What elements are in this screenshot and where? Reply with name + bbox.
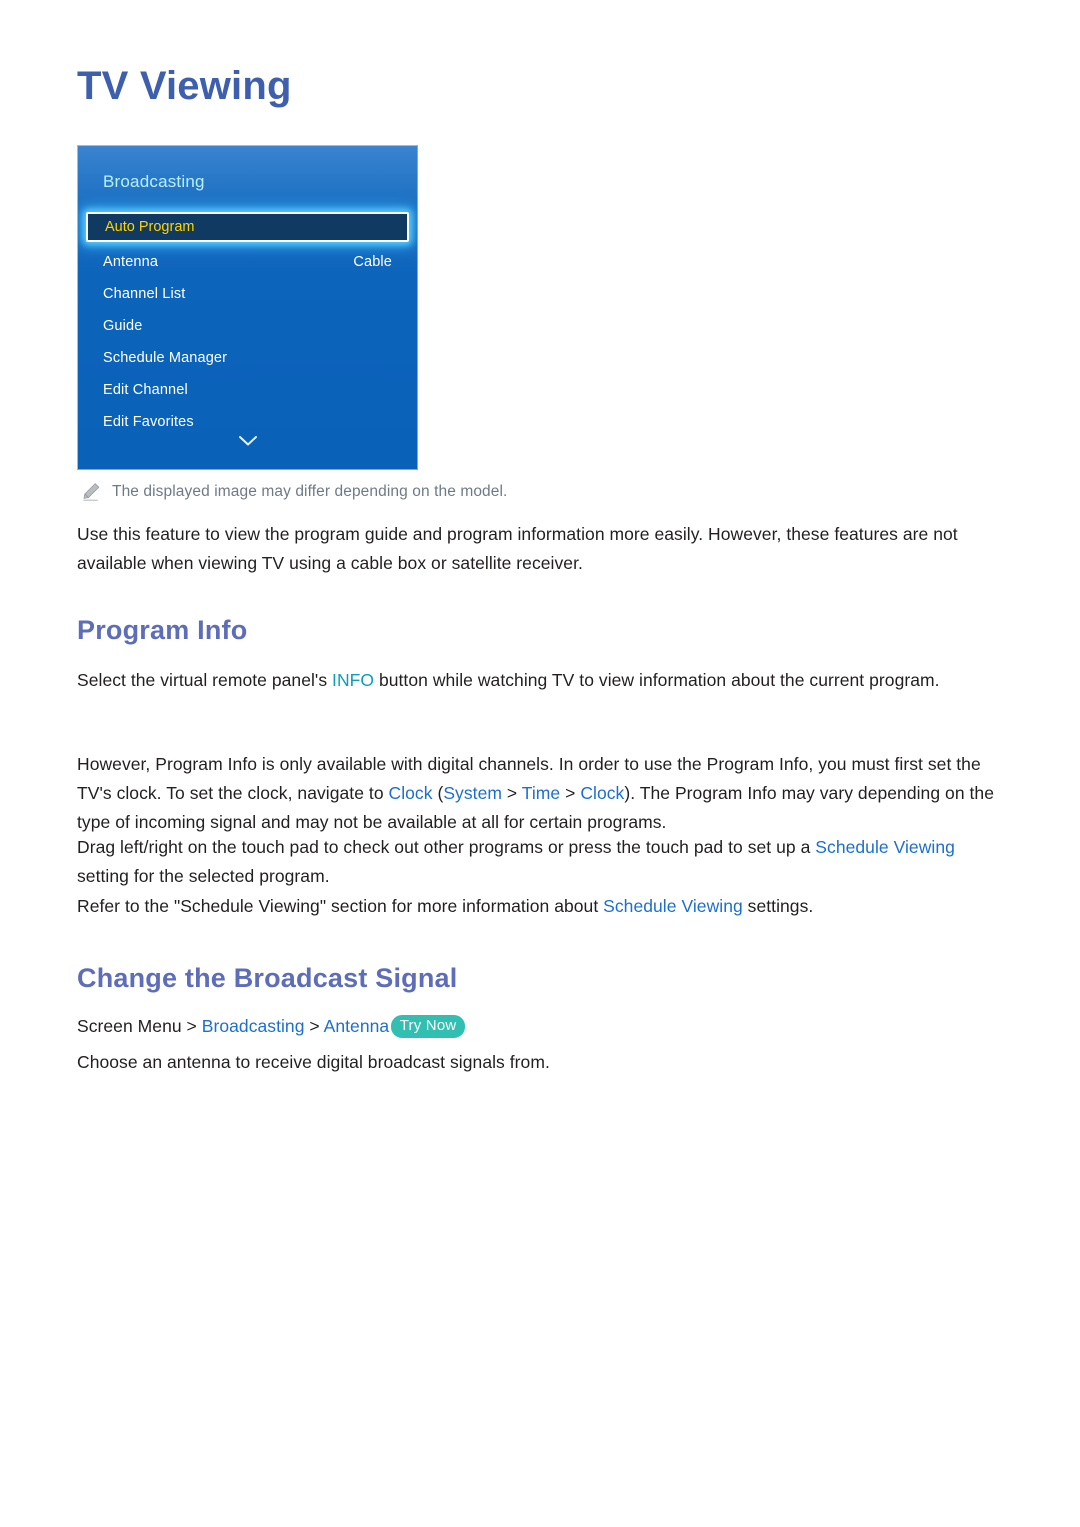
tv-menu-panel: Broadcasting Auto Program Antenna Cable … bbox=[77, 145, 418, 470]
text-before-info-link: Select the virtual remote panel's bbox=[77, 670, 333, 690]
program-info-paragraph-2: However, Program Info is only available … bbox=[77, 750, 1007, 837]
tv-menu-list: Auto Program Antenna Cable Channel List … bbox=[78, 212, 417, 438]
text-after-schedule-viewing: setting for the selected program. bbox=[77, 866, 330, 886]
tv-menu-item-guide[interactable]: Guide bbox=[78, 310, 417, 342]
link-time[interactable]: Time bbox=[522, 783, 560, 803]
text-before-schedule-viewing: Drag left/right on the touch pad to chec… bbox=[77, 837, 816, 857]
intro-line-1: Use this feature to view the program gui… bbox=[77, 524, 830, 544]
tv-menu-item-label: Guide bbox=[103, 318, 143, 334]
tv-menu-item-antenna[interactable]: Antenna Cable bbox=[78, 246, 417, 278]
tv-menu-item-channel-list[interactable]: Channel List bbox=[78, 278, 417, 310]
section-heading-program-info: Program Info bbox=[77, 615, 248, 645]
link-clock-sub[interactable]: Clock bbox=[580, 783, 624, 803]
link-schedule-viewing[interactable]: Schedule Viewing bbox=[815, 837, 955, 857]
tv-menu-item-label: Edit Favorites bbox=[103, 414, 194, 430]
link-clock[interactable]: Clock bbox=[389, 783, 433, 803]
breadcrumb-separator: > bbox=[501, 783, 522, 803]
breadcrumb-item-antenna[interactable]: Antenna bbox=[324, 1016, 390, 1036]
breadcrumb: Screen Menu > Broadcasting > Antenna Try… bbox=[77, 1012, 1007, 1041]
tv-menu-item-label: Auto Program bbox=[105, 219, 195, 235]
tv-menu-item-edit-channel[interactable]: Edit Channel bbox=[78, 374, 417, 406]
tv-menu-item-schedule-manager[interactable]: Schedule Manager bbox=[78, 342, 417, 374]
text-after-schedule-viewing-ref: settings. bbox=[742, 896, 814, 916]
program-info-paragraph-4: Refer to the "Schedule Viewing" section … bbox=[77, 892, 1007, 921]
tv-menu-item-label: Edit Channel bbox=[103, 382, 188, 398]
note-text: The displayed image may differ depending… bbox=[112, 483, 508, 500]
link-info-button[interactable]: INFO bbox=[332, 670, 374, 690]
breadcrumb-item-broadcasting[interactable]: Broadcasting bbox=[202, 1016, 305, 1036]
text-before-schedule-viewing-ref: Refer to the "Schedule Viewing" section … bbox=[77, 896, 604, 916]
paren-open: ( bbox=[432, 783, 444, 803]
text-after-info-link: button while watching TV to view informa… bbox=[374, 670, 940, 690]
chevron-down-icon[interactable] bbox=[78, 435, 417, 447]
tv-menu-panel-title: Broadcasting bbox=[103, 172, 205, 191]
note-line: The displayed image may differ depending… bbox=[80, 481, 507, 503]
change-broadcast-signal-body: Choose an antenna to receive digital bro… bbox=[77, 1052, 550, 1072]
document-page: TV Viewing Broadcasting Auto Program Ant… bbox=[0, 0, 1080, 1527]
tv-menu-item-label: Antenna bbox=[103, 254, 159, 270]
try-now-badge[interactable]: Try Now bbox=[390, 1015, 466, 1038]
link-schedule-viewing-ref[interactable]: Schedule Viewing bbox=[603, 896, 743, 916]
tv-menu-item-label: Schedule Manager bbox=[103, 350, 228, 366]
breadcrumb-separator: > bbox=[181, 1016, 202, 1036]
program-info-paragraph-1: Select the virtual remote panel's INFO b… bbox=[77, 666, 1007, 695]
tv-menu-item-value: Cable bbox=[353, 254, 392, 270]
breadcrumb-separator: > bbox=[304, 1016, 324, 1036]
breadcrumb-separator: > bbox=[560, 783, 581, 803]
page-title: TV Viewing bbox=[77, 64, 292, 108]
breadcrumb-root: Screen Menu bbox=[77, 1016, 182, 1036]
tv-menu-item-edit-favorites[interactable]: Edit Favorites bbox=[78, 406, 417, 438]
link-system[interactable]: System bbox=[443, 783, 502, 803]
program-info-paragraph-3: Drag left/right on the touch pad to chec… bbox=[77, 833, 1007, 891]
intro-paragraph: Use this feature to view the program gui… bbox=[77, 520, 1007, 578]
tv-menu-item-label: Channel List bbox=[103, 286, 186, 302]
section-heading-change-broadcast-signal: Change the Broadcast Signal bbox=[77, 963, 458, 993]
tv-menu-item-auto-program[interactable]: Auto Program bbox=[86, 212, 409, 242]
pencil-icon bbox=[80, 481, 102, 503]
